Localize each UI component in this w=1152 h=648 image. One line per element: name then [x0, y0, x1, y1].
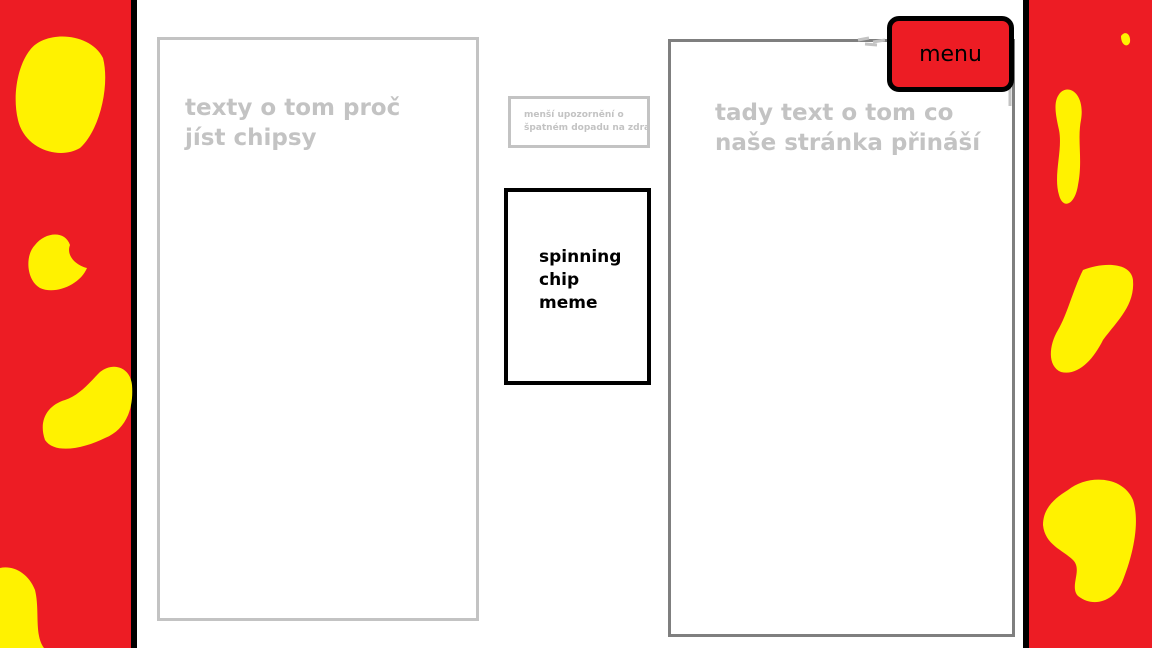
left-content-panel: texty o tom proč jíst chipsy	[157, 37, 479, 621]
right-content-panel: tady text o tom co naše stránka přináší	[668, 39, 1015, 637]
spinning-chip-meme-box: spinning chip meme	[504, 188, 651, 385]
warning-line-2: špatném dopadu na zdraví	[524, 122, 650, 133]
left-decorative-strip	[0, 0, 140, 648]
meme-line-2: chip	[539, 269, 580, 290]
right-decorative-strip	[1023, 0, 1152, 648]
health-warning-box: menší upozornění o špatném dopadu na zdr…	[508, 96, 650, 148]
menu-button-label: menu	[919, 41, 982, 67]
meme-line-1: spinning	[539, 247, 622, 267]
why-eat-chips-text: texty o tom proč jíst chipsy	[185, 95, 401, 151]
menu-button[interactable]: menu	[887, 16, 1014, 92]
what-site-offers-text: tady text o tom co naše stránka přináší	[715, 100, 981, 156]
warning-line-1: menší upozornění o	[524, 110, 624, 120]
meme-line-3: meme	[539, 292, 598, 313]
